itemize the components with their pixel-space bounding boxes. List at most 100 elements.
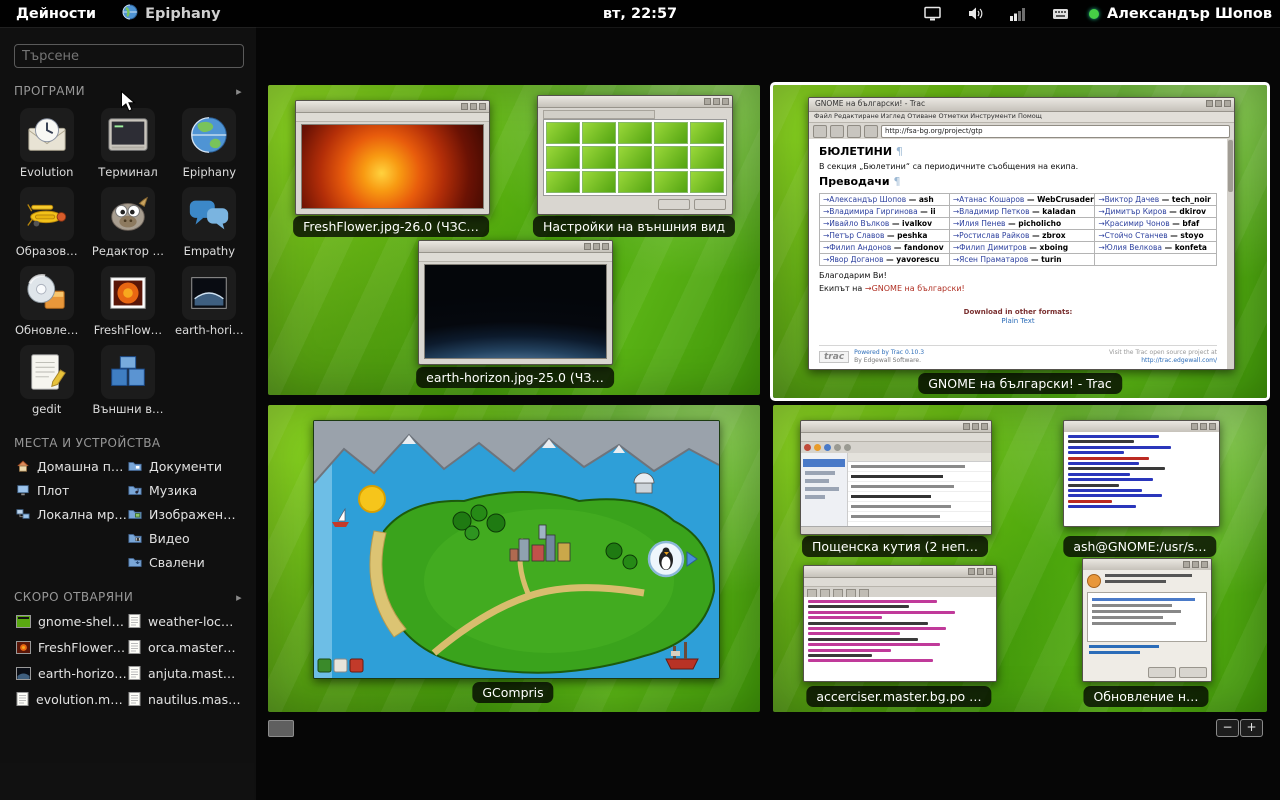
network-signal-icon[interactable] xyxy=(1010,7,1026,21)
programs-title: ПРОГРАМИ xyxy=(14,84,85,98)
window-thumbnail-update-manager[interactable] xyxy=(1082,558,1212,682)
translator-cell: →Владимира Гиргинова — ii xyxy=(820,206,950,218)
translators-table: →Александър Шопов — ash →Атанас Кошаров … xyxy=(819,193,1217,266)
app-item-freshflower[interactable]: FreshFlow… xyxy=(87,262,168,339)
terminal-output xyxy=(1064,432,1219,526)
page-heading-bulletins: БЮЛЕТИНИ ¶ xyxy=(819,145,1217,158)
top-bar: Дейности Epiphany вт, 22:57 Александ xyxy=(0,0,1280,27)
epiphany-globe-icon xyxy=(122,4,138,24)
translator-cell: →Ростислав Райков — zbrox xyxy=(949,230,1095,242)
url-field: http://fsa-bg.org/project/gtp xyxy=(881,125,1230,138)
app-item-empathy[interactable]: Empathy xyxy=(169,183,250,260)
gimp-flower-canvas xyxy=(301,124,484,209)
recent-item-anjuta[interactable]: anjuta.mast… xyxy=(126,660,250,686)
app-item-external-volumes[interactable]: Външни в… xyxy=(87,341,168,418)
workspace-2-active[interactable]: GNOME на български! - Trac Файл Редактир… xyxy=(773,85,1267,398)
presence-available-icon xyxy=(1089,9,1099,19)
recent-item-gnome-shell[interactable]: gnome-shel… xyxy=(14,608,126,634)
recent-item-evolution-file[interactable]: evolution.m… xyxy=(14,686,126,712)
place-desktop[interactable]: Плот xyxy=(14,478,126,502)
window-thumbnail-appearance[interactable] xyxy=(537,95,733,215)
user-menu-button[interactable]: Александър Шопов xyxy=(1089,6,1272,22)
translator-cell: →Юлия Велкова — konfeta xyxy=(1095,242,1217,254)
place-downloads[interactable]: Свалени xyxy=(126,550,250,574)
window-thumbnail-evolution[interactable] xyxy=(800,420,992,535)
translator-cell: →Петър Славов — peshka xyxy=(820,230,950,242)
app-item-earth-horizon[interactable]: earth-hori… xyxy=(169,262,250,339)
app-item-evolution[interactable]: Evolution xyxy=(6,104,87,181)
window-thumbnail-earth-gimp[interactable] xyxy=(418,240,613,365)
recent-item-weather[interactable]: weather-loc… xyxy=(126,608,250,634)
translator-cell xyxy=(1095,254,1217,266)
wallpaper-grid xyxy=(543,119,727,196)
workspace-add-button[interactable]: + xyxy=(1240,719,1263,737)
app-item-software-update[interactable]: Обновле… xyxy=(6,262,87,339)
window-thumbnail-epiphany-trac[interactable]: GNOME на български! - Trac Файл Редактир… xyxy=(808,97,1235,370)
text-file-icon xyxy=(128,666,141,680)
programs-expander-icon[interactable]: ▸ xyxy=(236,85,242,98)
place-home[interactable]: Домашна п… xyxy=(14,454,126,478)
mouse-cursor-icon xyxy=(120,90,137,118)
app-menu-button[interactable]: Epiphany xyxy=(122,4,221,24)
app-menu-label: Epiphany xyxy=(145,6,221,22)
recent-item-freshflower[interactable]: FreshFlower… xyxy=(14,634,126,660)
browser-menubar: Файл Редактиране Изглед Отиване Отметки … xyxy=(809,112,1234,123)
place-music[interactable]: Музика xyxy=(126,478,250,502)
place-videos[interactable]: Видео xyxy=(126,526,250,550)
reload-button xyxy=(847,125,861,138)
translator-cell: →Ясен Праматаров — turin xyxy=(949,254,1095,266)
translator-cell: →Виктор Дачев — tech_noir xyxy=(1095,194,1217,206)
place-pictures[interactable]: Изображен… xyxy=(126,502,250,526)
translator-cell: →Атанас Кошаров — WebCrusader xyxy=(949,194,1095,206)
app-grid: Evolution Терминал Epiphany Образов… xyxy=(0,102,256,420)
recent-section-header: СКОРО ОТВАРЯНИ ▸ xyxy=(14,590,242,604)
gimp-icon xyxy=(101,187,155,241)
home-icon xyxy=(16,459,30,473)
text-file-icon xyxy=(16,692,29,706)
evolution-icon xyxy=(20,108,74,162)
app-item-gedit[interactable]: gedit xyxy=(6,341,87,418)
appearance-buttons xyxy=(658,199,726,210)
clock-button[interactable]: вт, 22:57 xyxy=(603,6,677,22)
team-text: Екипът на →GNOME на български! xyxy=(819,284,1217,293)
app-item-gcompris[interactable]: Образов… xyxy=(6,183,87,260)
volume-icon[interactable] xyxy=(967,6,984,21)
recent-item-earth-horizon[interactable]: earth-horizo… xyxy=(14,660,126,686)
workspace-remove-button[interactable]: − xyxy=(1216,719,1239,737)
window-thumbnail-terminal[interactable] xyxy=(1063,420,1220,527)
places-section-header: МЕСТА И УСТРОЙСТВА xyxy=(14,436,242,450)
recent-expander-icon[interactable]: ▸ xyxy=(236,591,242,604)
workspace-switcher-thumb[interactable] xyxy=(268,720,294,737)
place-documents[interactable]: Документи xyxy=(126,454,250,478)
earth-thumb-icon xyxy=(16,667,31,680)
place-local-network[interactable]: Локална мр… xyxy=(14,502,126,526)
recent-item-nautilus[interactable]: nautilus.mas… xyxy=(126,686,250,712)
translator-cell: →Илия Пенев — picholicho xyxy=(949,218,1095,230)
flower-thumb-icon xyxy=(16,641,31,654)
display-icon[interactable] xyxy=(924,6,941,22)
workspace-1[interactable]: FreshFlower.jpg-26.0 (ЧЗС… Настройки на … xyxy=(268,85,760,395)
search-input[interactable] xyxy=(14,44,244,68)
workspace-3[interactable]: GCompris xyxy=(268,405,760,712)
back-button xyxy=(813,125,827,138)
browser-title: GNOME на български! - Trac xyxy=(809,98,1234,110)
empathy-icon xyxy=(182,187,236,241)
epiphany-icon xyxy=(182,108,236,162)
gedit-text xyxy=(804,597,996,681)
window-thumbnail-gcompris[interactable] xyxy=(313,420,720,679)
keyboard-indicator-icon[interactable] xyxy=(1052,7,1069,21)
app-item-epiphany[interactable]: Epiphany xyxy=(169,104,250,181)
desktop-icon xyxy=(16,483,30,497)
places-title: МЕСТА И УСТРОЙСТВА xyxy=(14,436,161,450)
app-item-gimp[interactable]: Редактор … xyxy=(87,183,168,260)
window-caption: FreshFlower.jpg-26.0 (ЧЗС… xyxy=(293,216,489,237)
recent-item-orca[interactable]: orca.master… xyxy=(126,634,250,660)
pilcrow-icon: ¶ xyxy=(896,145,903,158)
window-thumbnail-gedit[interactable] xyxy=(803,565,997,682)
translator-cell: →Димитър Киров — dkirov xyxy=(1095,206,1217,218)
window-thumbnail-freshflower-gimp[interactable] xyxy=(295,100,490,215)
workspace-4[interactable]: Пощенска кутия (2 неп… ash@GNOME: xyxy=(773,405,1267,712)
screenshot-thumb-icon xyxy=(16,615,31,628)
activities-button[interactable]: Дейности xyxy=(4,3,108,25)
places-list: Домашна п… Плот Локална мр… Документи xyxy=(0,454,256,574)
